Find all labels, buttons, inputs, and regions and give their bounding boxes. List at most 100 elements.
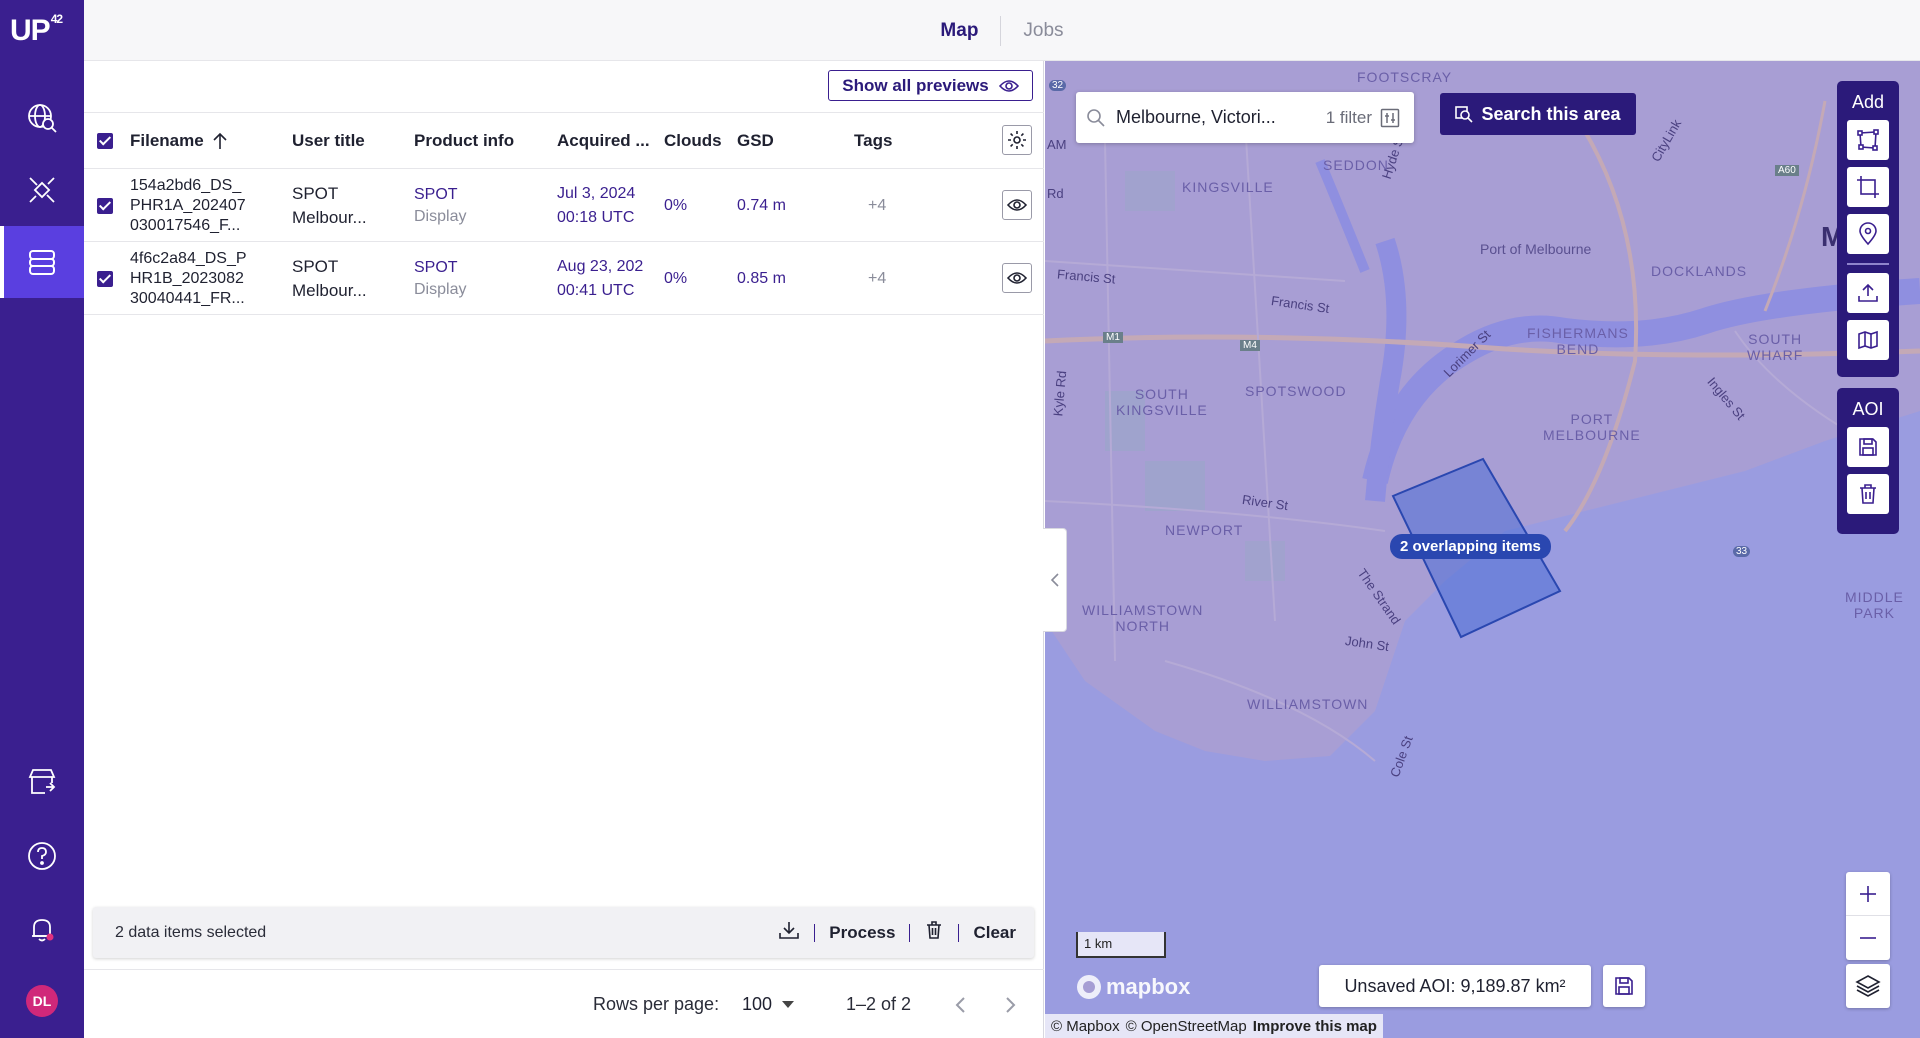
column-header-tags[interactable]: Tags [854,113,892,169]
table-row[interactable]: 154a2bd6_DS_ PHR1A_202407 030017546_F...… [84,169,1044,242]
selection-actions: Process Clear [778,907,1016,958]
street-label: AM [1047,137,1067,152]
mapbox-wordmark: mapbox [1106,974,1191,999]
sidebar-item-marketplace[interactable] [0,746,84,818]
acquired-time: 00:41 UTC [557,281,635,299]
eye-icon [1007,199,1027,211]
checkbox-checked-icon [97,197,113,214]
user-title-line: Melbour... [292,207,367,227]
download-button[interactable] [778,920,800,945]
eye-icon [998,79,1019,92]
filename-line: HR1B_2023082 [130,269,244,287]
cell-tags[interactable]: +4 [868,242,886,315]
search-this-area-button[interactable]: Search this area [1440,93,1636,135]
download-icon [779,922,800,939]
mapbox-logo[interactable]: mapbox [1076,974,1190,1000]
column-header-gsd[interactable]: GSD [737,113,774,169]
sidebar-item-help[interactable] [0,820,84,892]
map-attribution: © Mapbox © OpenStreetMap Improve this ma… [1045,1014,1383,1038]
column-header-clouds[interactable]: Clouds [664,113,722,169]
previous-page-button[interactable] [954,970,966,1038]
cell-product-info: SPOT Display [414,242,466,315]
product-type: Display [414,207,467,225]
filename-line: 030017546_F... [130,216,241,234]
toolbar-divider [1847,263,1889,265]
minus-icon [1860,937,1876,939]
map-label-middle-park: MIDDLE PARK [1845,589,1904,621]
mapbox-icon [1077,975,1101,999]
filename-line: 4f6c2a84_DS_P [130,249,247,267]
zoom-controls [1846,872,1890,960]
clear-selection-button[interactable]: Clear [973,923,1016,943]
storage-icon [29,250,55,275]
table-row[interactable]: 4f6c2a84_DS_P HR1B_2023082 30040441_FR..… [84,242,1044,315]
pagination: Rows per page: 100 1–2 of 2 [84,969,1044,1038]
cell-gsd: 0.74 m [737,196,786,214]
cell-tags[interactable]: +4 [868,169,886,242]
cell-user-title: SPOT Melbour... [292,242,367,315]
map-icon [1858,330,1878,350]
map-label-spotswood: SPOTSWOOD [1245,383,1347,399]
row-checkbox[interactable] [97,169,113,242]
attribution-osm-link[interactable]: © OpenStreetMap [1126,1018,1247,1035]
column-header-filename[interactable]: Filename [130,113,228,169]
save-aoi-button[interactable] [1847,427,1889,467]
location-search[interactable]: Melbourne, Victori... 1 filter [1076,92,1414,143]
rows-per-page-select[interactable]: 100 [742,970,795,1038]
row-checkbox[interactable] [97,242,113,315]
map-label-south-kingsville: SOUTH KINGSVILLE [1116,386,1208,418]
row-preview-button[interactable] [1002,263,1032,293]
collapse-panel-button[interactable] [1043,528,1067,632]
attribution-mapbox-link[interactable]: © Mapbox [1051,1018,1120,1035]
select-all-checkbox[interactable] [97,113,113,169]
chevron-right-icon [1006,996,1016,1013]
filter-count[interactable]: 1 filter [1326,108,1372,128]
overlapping-items-badge[interactable]: 2 overlapping items [1390,534,1551,559]
chevron-left-icon [1050,573,1059,587]
map-layers-button[interactable] [1846,964,1890,1008]
help-icon [28,842,56,870]
map-view[interactable]: FOOTSCRAY SEDDON KINGSVILLE Port of Melb… [1045,61,1920,1038]
row-preview-button[interactable] [1002,190,1032,220]
cell-user-title: SPOT Melbour... [292,169,367,242]
show-all-previews-button[interactable]: Show all previews [828,70,1033,101]
draw-polygon-button[interactable] [1847,120,1889,160]
sidebar-item-search[interactable] [0,82,84,154]
filename-line: PHR1A_202407 [130,196,246,214]
map-label-south-wharf: SOUTH WHARF [1747,331,1804,363]
zoom-in-button[interactable] [1846,872,1890,916]
column-header-acquired[interactable]: Acquired ... [557,113,650,169]
sidebar-item-notifications[interactable] [0,893,84,965]
checkbox-checked-icon [97,270,113,287]
filename-line: 30040441_FR... [130,289,245,307]
delete-aoi-button[interactable] [1847,474,1889,514]
sidebar-item-storage[interactable] [0,226,84,298]
save-icon [1859,438,1877,456]
add-point-button[interactable] [1847,214,1889,254]
upload-aoi-button[interactable] [1847,273,1889,313]
saved-aoi-library-button[interactable] [1847,320,1889,360]
delete-button[interactable] [924,920,944,945]
zoom-out-button[interactable] [1846,916,1890,960]
column-header-product-info[interactable]: Product info [414,113,514,169]
app-logo[interactable]: UP42 [10,12,63,48]
road-shield-32: 32 [1049,80,1067,91]
column-header-user-title[interactable]: User title [292,113,365,169]
process-button[interactable]: Process [829,923,895,943]
road-shield-m1: M1 [1103,332,1123,343]
draw-rectangle-button[interactable] [1847,167,1889,207]
map-label-seddon: SEDDON [1323,157,1389,173]
improve-map-link[interactable]: Improve this map [1253,1018,1377,1035]
tab-map[interactable]: Map [918,20,1000,42]
user-avatar[interactable]: DL [26,985,58,1017]
sidebar-item-tasking[interactable] [0,154,84,226]
search-this-area-label: Search this area [1481,103,1621,124]
save-aoi-quick-button[interactable] [1603,965,1645,1007]
tab-jobs[interactable]: Jobs [1001,20,1085,42]
preview-toolbar: Show all previews [84,61,1044,113]
location-search-input[interactable]: Melbourne, Victori... [1116,107,1276,128]
next-page-button[interactable] [1005,970,1017,1038]
filter-settings-icon[interactable] [1380,108,1400,128]
column-settings-button[interactable] [1002,125,1032,155]
search-icon [1087,108,1105,127]
